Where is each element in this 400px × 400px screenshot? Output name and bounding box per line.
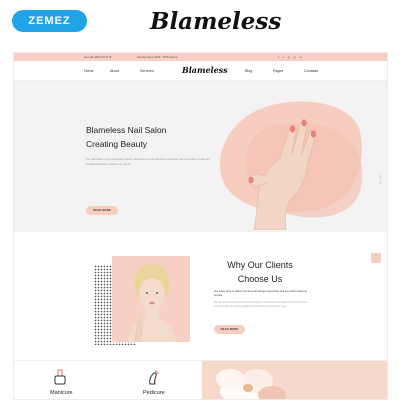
pinterest-icon[interactable]: p (300, 55, 302, 59)
site-navbar: Home About Services Blameless Blog Pages… (14, 61, 387, 81)
foot-icon (149, 370, 159, 385)
flower-illustration (216, 369, 286, 399)
nav-pages[interactable]: Pages (273, 69, 283, 73)
nav-home[interactable]: Home (84, 69, 94, 73)
hand-image (248, 119, 317, 230)
site-topbar: Free call: (800) 123 56 78 Opening Hours… (14, 53, 387, 61)
page: ZEMEZ Blameless Free call: (800) 123 56 … (0, 0, 400, 400)
instagram-icon[interactable]: ◻ (293, 55, 296, 59)
facebook-icon[interactable]: f (278, 55, 279, 59)
about-title: Why Our Clients Choose Us (210, 258, 310, 286)
twitter-icon[interactable]: t (283, 55, 284, 59)
google-plus-icon[interactable]: g (288, 55, 290, 59)
about-title-line1: Why Our Clients (227, 260, 293, 270)
about-read-more-button[interactable]: READ MORE (214, 325, 245, 334)
nail-polish-icon (54, 369, 66, 385)
slider-counter[interactable]: 01 / 03 (379, 175, 383, 184)
woman-portrait-image (128, 264, 176, 342)
site-logo[interactable]: Blameless (182, 65, 228, 75)
about-title-line2: Choose Us (237, 274, 283, 284)
product-title: Blameless (150, 8, 282, 35)
hero-title: Blameless Nail Salon Creating Beauty (86, 123, 236, 151)
nav-contacts[interactable]: Contacts (304, 69, 318, 73)
hero-title-line2: Creating Beauty (86, 139, 147, 149)
about-body-text: We use advanced products and technology … (214, 301, 308, 308)
scroll-to-top-button[interactable] (371, 253, 381, 263)
hero-section: Blameless Nail Salon Creating Beauty Our… (14, 82, 387, 234)
zemez-logo[interactable]: ZEMEZ (12, 10, 87, 32)
template-preview: Free call: (800) 123 56 78 Opening Hours… (13, 52, 388, 400)
hero-read-more-button[interactable]: READ MORE (86, 206, 118, 215)
service-manicure-label[interactable]: Manicure (50, 390, 73, 396)
flower-image (202, 361, 387, 399)
model-portrait (112, 256, 190, 342)
service-pedicure-label[interactable]: Pedicure (143, 390, 165, 396)
nav-blog[interactable]: Blog (245, 69, 252, 73)
social-icons: f t g ◻ p (278, 55, 302, 59)
nav-services[interactable]: Services (140, 69, 154, 73)
hero-title-line1: Blameless Nail Salon (86, 125, 167, 135)
nav-about[interactable]: About (110, 69, 119, 73)
topbar-hours: Opening Hours: 08:00 - 18:00 Sat-Sun (137, 55, 178, 59)
services-section: Manicure Pedicure (14, 360, 387, 399)
hero-text: Our Nail Salon is top unique and various… (86, 158, 210, 166)
about-lead-text: Our salon aims to deliver the best nail … (214, 290, 308, 297)
topbar-phone: Free call: (800) 123 56 78 (84, 55, 112, 59)
why-choose-us-section: Why Our Clients Choose Us Our salon aims… (14, 232, 387, 360)
